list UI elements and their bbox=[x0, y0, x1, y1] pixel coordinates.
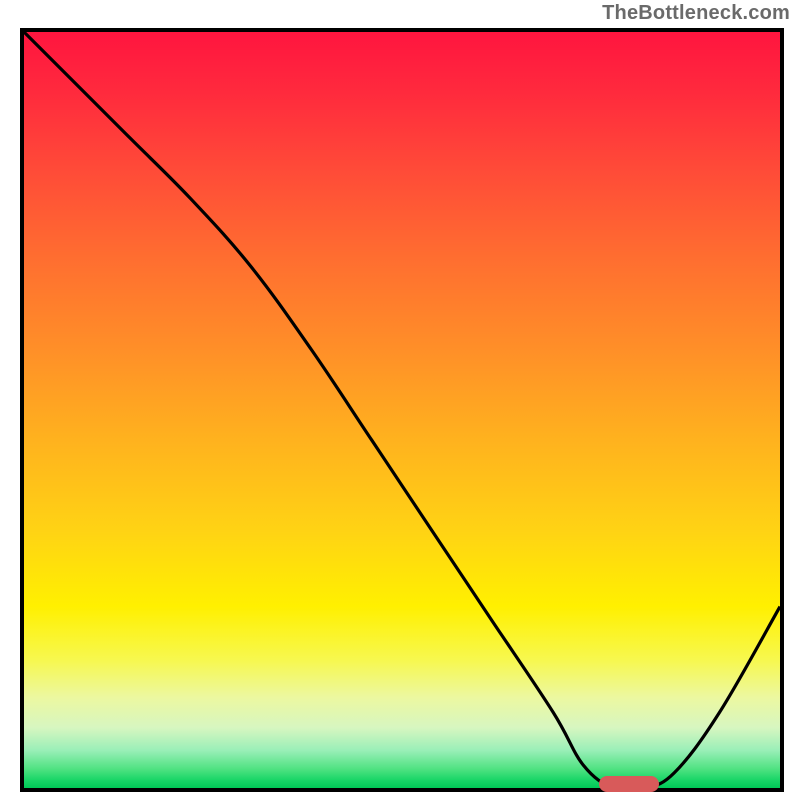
chart-container: TheBottleneck.com bbox=[0, 0, 800, 800]
watermark-text: TheBottleneck.com bbox=[602, 2, 790, 25]
optimal-marker bbox=[599, 776, 659, 792]
bottleneck-curve bbox=[24, 32, 780, 788]
plot-frame bbox=[20, 28, 784, 792]
curve-layer bbox=[24, 32, 780, 788]
